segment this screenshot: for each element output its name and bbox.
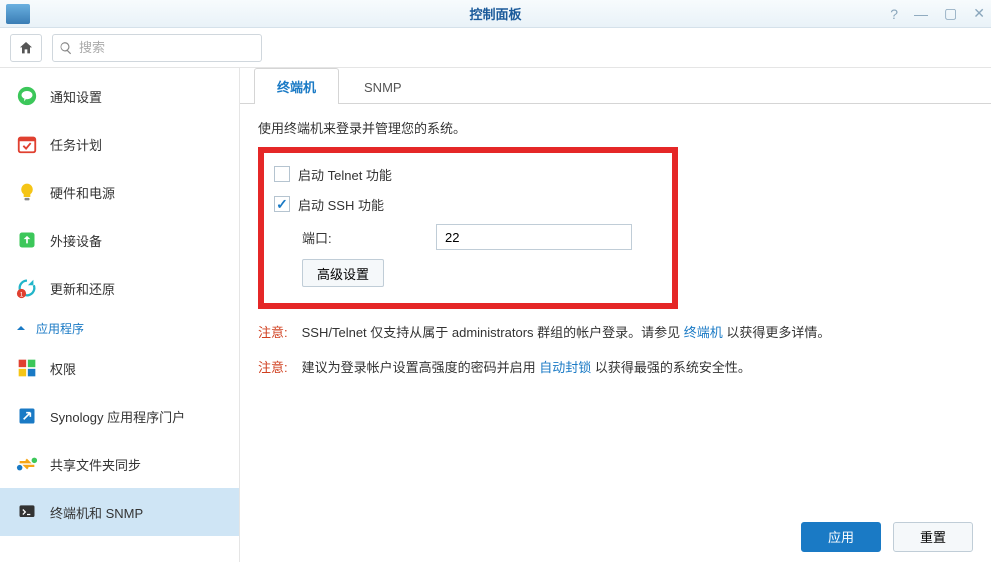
note-text: 建议为登录帐户设置高强度的密码并启用 自动封锁 以获得最强的系统安全性。 (302, 358, 751, 379)
sync-icon (16, 453, 38, 475)
sidebar-item-hardware-power[interactable]: 硬件和电源 (0, 168, 239, 216)
tab-panel: 使用终端机来登录并管理您的系统。 启动 Telnet 功能 启动 SSH 功能 … (240, 104, 991, 562)
tabs: 终端机 SNMP (240, 68, 991, 104)
sidebar-item-label: 权限 (50, 359, 76, 378)
highlight-box: 启动 Telnet 功能 启动 SSH 功能 端口: 高级设置 (258, 147, 678, 309)
titlebar: 控制面板 ? — ▢ ✕ (0, 0, 991, 28)
privileges-icon (16, 357, 38, 379)
note-label: 注意: (258, 358, 288, 379)
chat-icon (16, 85, 38, 107)
sidebar-item-terminal-snmp[interactable]: 终端机和 SNMP (0, 488, 239, 536)
sidebar-section-apps[interactable]: 应用程序 (0, 312, 239, 344)
topbar (0, 28, 991, 68)
minimize-icon[interactable]: — (914, 6, 928, 22)
sidebar-section-label: 应用程序 (36, 320, 84, 337)
maximize-icon[interactable]: ▢ (944, 5, 957, 22)
port-input[interactable] (436, 224, 632, 250)
help-icon[interactable]: ? (890, 6, 898, 22)
auto-block-link[interactable]: 自动封锁 (539, 360, 591, 375)
sidebar-item-app-portal[interactable]: Synology 应用程序门户 (0, 392, 239, 440)
calendar-icon (16, 133, 38, 155)
note-2: 注意: 建议为登录帐户设置高强度的密码并启用 自动封锁 以获得最强的系统安全性。 (258, 358, 973, 379)
chevron-up-icon (16, 323, 26, 333)
tab-terminal[interactable]: 终端机 (254, 68, 339, 104)
ssh-label: 启动 SSH 功能 (298, 195, 384, 214)
bulb-icon (16, 181, 38, 203)
sidebar: 通知设置 任务计划 硬件和电源 外接设备 1 更新和还原 应用程序 权限 Syn (0, 68, 240, 562)
window-title: 控制面板 (469, 4, 521, 23)
refresh-icon: 1 (16, 277, 38, 299)
tab-snmp[interactable]: SNMP (341, 71, 425, 103)
search-icon (59, 41, 73, 55)
sidebar-item-label: 终端机和 SNMP (50, 503, 143, 522)
terminal-icon (16, 501, 38, 523)
portal-icon (16, 405, 38, 427)
panel-description: 使用终端机来登录并管理您的系统。 (258, 118, 973, 137)
content-area: 终端机 SNMP 使用终端机来登录并管理您的系统。 启动 Telnet 功能 启… (240, 68, 991, 562)
advanced-settings-button[interactable]: 高级设置 (302, 259, 384, 287)
sidebar-item-label: 任务计划 (50, 135, 102, 154)
note-label: 注意: (258, 323, 288, 344)
note-1: 注意: SSH/Telnet 仅支持从属于 administrators 群组的… (258, 323, 973, 344)
sidebar-item-privileges[interactable]: 权限 (0, 344, 239, 392)
sidebar-item-task-scheduler[interactable]: 任务计划 (0, 120, 239, 168)
reset-button[interactable]: 重置 (893, 522, 973, 552)
sidebar-item-label: Synology 应用程序门户 (50, 407, 185, 426)
port-label: 端口: (302, 228, 432, 247)
footer: 应用 重置 (240, 510, 991, 562)
upload-icon (16, 229, 38, 251)
search-box[interactable] (52, 34, 262, 62)
sidebar-item-shared-folder-sync[interactable]: 共享文件夹同步 (0, 440, 239, 488)
app-icon (6, 4, 30, 24)
note-text: SSH/Telnet 仅支持从属于 administrators 群组的帐户登录… (302, 323, 831, 344)
home-button[interactable] (10, 34, 42, 62)
sidebar-item-notifications[interactable]: 通知设置 (0, 72, 239, 120)
sidebar-item-label: 更新和还原 (50, 279, 115, 298)
search-input[interactable] (79, 40, 255, 55)
sidebar-item-update-restore[interactable]: 1 更新和还原 (0, 264, 239, 312)
close-icon[interactable]: ✕ (973, 5, 985, 22)
sidebar-item-label: 外接设备 (50, 231, 102, 250)
svg-text:1: 1 (20, 291, 24, 298)
sidebar-item-label: 通知设置 (50, 87, 102, 106)
sidebar-item-label: 硬件和电源 (50, 183, 115, 202)
terminal-link[interactable]: 终端机 (684, 325, 723, 340)
sidebar-item-label: 共享文件夹同步 (50, 455, 141, 474)
home-icon (18, 40, 34, 56)
telnet-checkbox[interactable] (274, 166, 290, 182)
ssh-checkbox[interactable] (274, 196, 290, 212)
telnet-label: 启动 Telnet 功能 (298, 165, 392, 184)
sidebar-item-external-devices[interactable]: 外接设备 (0, 216, 239, 264)
apply-button[interactable]: 应用 (801, 522, 881, 552)
